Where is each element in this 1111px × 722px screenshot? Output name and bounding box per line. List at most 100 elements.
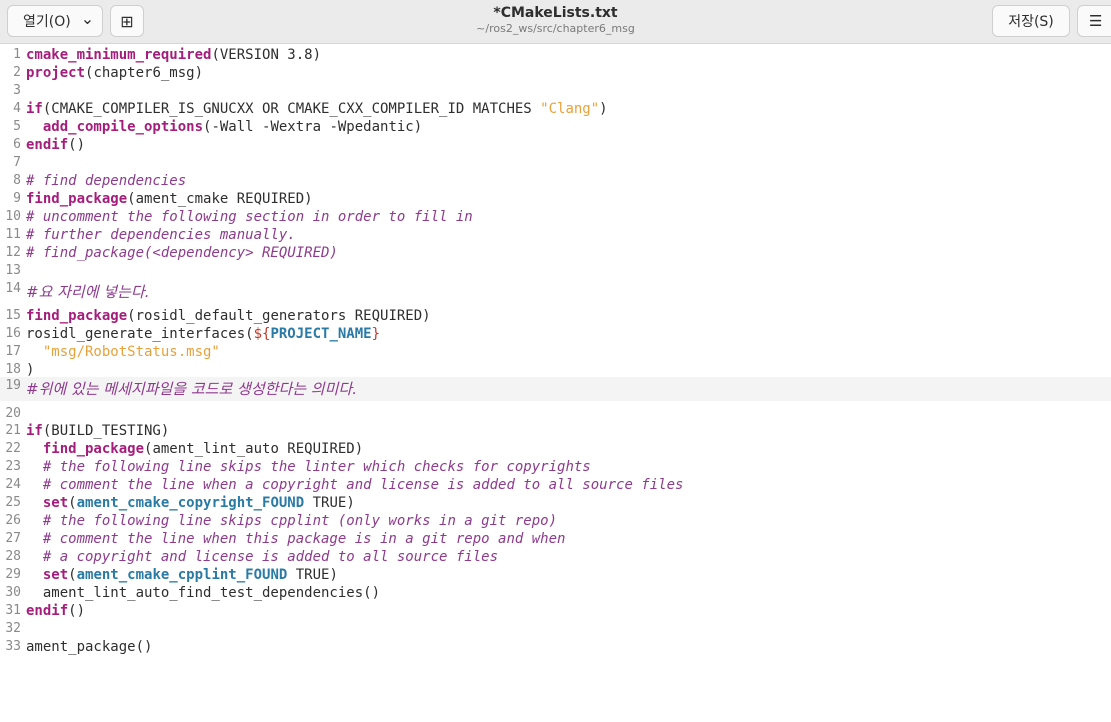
code-token: TRUE) [304, 495, 355, 511]
code-line[interactable]: 8 # find dependencies [0, 172, 1111, 190]
open-button[interactable]: 열기(O) ⌄ [7, 5, 103, 37]
code-line[interactable]: 12 # find_package(<dependency> REQUIRED) [0, 244, 1111, 262]
code-line[interactable]: 21 if(BUILD_TESTING) [0, 422, 1111, 440]
line-number: 28 [5, 549, 21, 564]
line-content: rosidl_generate_interfaces(${PROJECT_NAM… [26, 325, 380, 343]
line-number: 14 [5, 281, 21, 296]
variable-token: PROJECT_NAME [270, 326, 372, 342]
code-line[interactable]: 4 if(CMAKE_COMPILER_IS_GNUCXX OR CMAKE_CX… [0, 100, 1111, 118]
code-line[interactable]: 24 # comment the line when a copyright a… [0, 476, 1111, 494]
code-token: (BUILD_TESTING) [42, 423, 170, 439]
line-content: ament_package() [26, 638, 152, 656]
line-number: 27 [5, 531, 21, 546]
keyword-token: add_compile_options [42, 119, 204, 135]
line-content: #위에 있는 메세지파일을 코드로 생성한다는 의미다. [26, 380, 357, 399]
comment-token: # uncomment the following section in ord… [26, 209, 473, 225]
code-line[interactable]: 22 find_package(ament_lint_auto REQUIRED… [0, 440, 1111, 458]
line-number: 33 [5, 639, 21, 654]
line-number: 17 [5, 344, 21, 359]
code-token: (CMAKE_COMPILER_IS_GNUCXX OR CMAKE_CXX_C… [42, 101, 541, 117]
line-content: # further dependencies manually. [26, 226, 296, 244]
code-line[interactable]: 1 cmake_minimum_required(VERSION 3.8) [0, 46, 1111, 64]
code-line[interactable]: 11 # further dependencies manually. [0, 226, 1111, 244]
code-line[interactable]: 19 #위에 있는 메세지파일을 코드로 생성한다는 의미다. [0, 377, 1111, 401]
line-content: endif() [26, 136, 85, 154]
line-number: 8 [13, 173, 21, 188]
line-number: 20 [5, 406, 21, 421]
code-line[interactable]: 29 set(ament_cmake_cpplint_FOUND TRUE) [0, 566, 1111, 584]
comment-token: # comment the line when this package is … [42, 531, 566, 547]
code-line[interactable]: 9 find_package(ament_cmake REQUIRED) [0, 190, 1111, 208]
code-line[interactable]: 14 #요 자리에 넣는다. [0, 280, 1111, 304]
code-line[interactable]: 13 [0, 262, 1111, 280]
code-line[interactable]: 15 find_package(rosidl_default_generators… [0, 307, 1111, 325]
code-line[interactable]: 17 "msg/RobotStatus.msg" [0, 343, 1111, 361]
code-line[interactable]: 30 ament_lint_auto_find_test_dependencie… [0, 584, 1111, 602]
line-content: #요 자리에 넣는다. [26, 283, 149, 302]
line-number: 13 [5, 263, 21, 278]
code-line[interactable]: 28 # a copyright and license is added to… [0, 548, 1111, 566]
code-line[interactable]: 25 set(ament_cmake_copyright_FOUND TRUE) [0, 494, 1111, 512]
line-content: find_package(ament_cmake REQUIRED) [26, 190, 313, 208]
line-content: ament_lint_auto_find_test_dependencies() [26, 584, 380, 602]
line-number: 23 [5, 459, 21, 474]
keyword-token: project [26, 65, 86, 81]
keyword-token: set [42, 567, 69, 583]
line-number: 11 [5, 227, 21, 242]
code-line[interactable]: 23 # the following line skips the linter… [0, 458, 1111, 476]
main-menu-button[interactable]: ☰ [1077, 5, 1111, 37]
line-content: add_compile_options(-Wall -Wextra -Wpeda… [26, 118, 422, 136]
code-line[interactable]: 2 project(chapter6_msg) [0, 64, 1111, 82]
code-token: ( [68, 495, 77, 511]
line-content: # the following line skips the linter wh… [26, 458, 591, 476]
comment-token: #요 자리에 넣는다. [26, 283, 150, 301]
line-number: 25 [5, 495, 21, 510]
code-line[interactable]: 20 [0, 405, 1111, 423]
text-editor[interactable]: 1 cmake_minimum_required(VERSION 3.8) 2 pro… [0, 45, 1111, 722]
comment-token: # comment the line when a copyright and … [42, 477, 684, 493]
comment-token: #위에 있는 메세지파일을 코드로 생성한다는 의미다. [26, 380, 357, 398]
line-number: 30 [5, 585, 21, 600]
line-number: 31 [5, 603, 21, 618]
comment-token: # find dependencies [26, 173, 187, 189]
code-token: ( [68, 567, 77, 583]
keyword-token: find_package [26, 191, 128, 207]
variable-token: ament_cmake_cpplint_FOUND [76, 567, 288, 583]
line-number: 29 [5, 567, 21, 582]
code-line[interactable]: 6 endif() [0, 136, 1111, 154]
line-number: 4 [13, 101, 21, 116]
code-token: ament_lint_auto_find_test_dependencies() [26, 585, 381, 601]
variable-brace-token: ${ [253, 326, 271, 342]
code-line[interactable]: 3 [0, 82, 1111, 100]
code-line[interactable]: 27 # comment the line when this package … [0, 530, 1111, 548]
code-line[interactable]: 16 rosidl_generate_interfaces(${PROJECT_N… [0, 325, 1111, 343]
keyword-token: cmake_minimum_required [26, 47, 212, 63]
comment-token: # the following line skips the linter wh… [42, 459, 591, 475]
code-token: (chapter6_msg) [85, 65, 204, 81]
line-number: 21 [5, 423, 21, 438]
line-content: find_package(rosidl_default_generators R… [26, 307, 431, 325]
code-line[interactable]: 33 ament_package() [0, 638, 1111, 656]
code-line[interactable]: 10 # uncomment the following section in o… [0, 208, 1111, 226]
line-number: 16 [5, 326, 21, 341]
code-line[interactable]: 32 [0, 620, 1111, 638]
code-token: ament_package() [26, 639, 153, 655]
save-button[interactable]: 저장(S) [992, 5, 1070, 37]
code-token: (-Wall -Wextra -Wpedantic) [203, 119, 423, 135]
code-line[interactable]: 7 [0, 154, 1111, 172]
line-content: # a copyright and license is added to al… [26, 548, 498, 566]
code-token: (rosidl_default_generators REQUIRED) [127, 308, 431, 324]
variable-brace-token: } [371, 326, 381, 342]
keyword-token: find_package [26, 308, 128, 324]
line-number: 5 [13, 119, 21, 134]
code-line[interactable]: 26 # the following line skips cpplint (o… [0, 512, 1111, 530]
line-number: 19 [5, 378, 21, 393]
code-line[interactable]: 31 endif() [0, 602, 1111, 620]
line-content: # comment the line when a copyright and … [26, 476, 684, 494]
new-tab-button[interactable]: ⊞ [110, 5, 144, 37]
line-content: # the following line skips cpplint (only… [26, 512, 557, 530]
code-line[interactable]: 5 add_compile_options(-Wall -Wextra -Wpe… [0, 118, 1111, 136]
